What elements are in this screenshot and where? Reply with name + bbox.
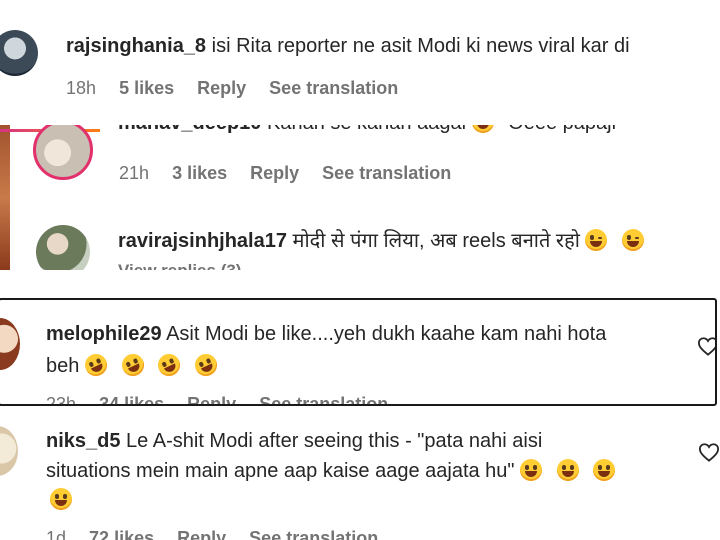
reply-button[interactable]: Reply bbox=[187, 394, 236, 404]
emoji-rofl-icon bbox=[81, 350, 111, 380]
username[interactable]: niks_d5 bbox=[46, 430, 120, 452]
comment-time: 1d bbox=[46, 528, 67, 540]
likes-count[interactable]: 34 likes bbox=[99, 394, 164, 404]
comment-text-after: Oeee papaji bbox=[508, 125, 616, 134]
see-translation-link[interactable]: See translation bbox=[259, 394, 388, 404]
panel-cover-bottom bbox=[0, 270, 720, 295]
likes-count[interactable]: 5 likes bbox=[119, 78, 174, 98]
emoji-wink-icon bbox=[622, 229, 645, 251]
emoji-joy-icon bbox=[593, 459, 616, 481]
emoji-joy-icon bbox=[471, 125, 494, 133]
heart-outline-icon[interactable] bbox=[697, 336, 717, 356]
username[interactable]: ravirajsinhjhala17 bbox=[118, 230, 287, 252]
comment-text: Asit Modi be like....yeh dukh kaahe kam … bbox=[166, 323, 607, 345]
emoji-joy-icon bbox=[520, 459, 543, 481]
comment-panel-2: manav_deep10 Kahan se kahan aagai Oeee p… bbox=[0, 125, 720, 295]
username[interactable]: rajsinghania_8 bbox=[66, 35, 206, 57]
heart-outline-icon[interactable] bbox=[698, 442, 720, 462]
comment-text-line: niks_d5 Le A-shit Modi after seeing this… bbox=[46, 429, 542, 453]
comment-panel-1: rajsinghania_8 isi Rita reporter ne asit… bbox=[0, 0, 720, 125]
emoji-joy-icon bbox=[556, 459, 579, 481]
comment-text-line: melophile29 Asit Modi be like....yeh duk… bbox=[46, 322, 606, 346]
comment-time: 21h bbox=[119, 163, 150, 183]
comment-text: Le A-shit Modi after seeing this - "pata… bbox=[126, 430, 543, 452]
comment-meta: 23h 34 likes Reply See translation bbox=[46, 394, 406, 406]
avatar[interactable] bbox=[0, 426, 18, 476]
username[interactable]: melophile29 bbox=[46, 323, 162, 345]
likes-count[interactable]: 3 likes bbox=[172, 163, 227, 183]
comment-meta: 18h 5 likes Reply See translation bbox=[66, 78, 416, 99]
emoji-wink-icon bbox=[585, 229, 608, 251]
emoji-joy-icon bbox=[50, 488, 72, 510]
emoji-rofl-icon bbox=[154, 350, 184, 380]
username[interactable]: manav_deep10 bbox=[118, 125, 261, 134]
comment-meta: 21h 3 likes Reply See translation bbox=[119, 163, 469, 184]
comment-time: 23h bbox=[46, 394, 77, 406]
see-translation-link[interactable]: See translation bbox=[322, 163, 451, 183]
comment-panel-3: melophile29 Asit Modi be like....yeh duk… bbox=[0, 298, 717, 406]
avatar[interactable] bbox=[0, 30, 38, 76]
reply-button[interactable]: Reply bbox=[197, 78, 246, 98]
comment-meta: 1d 72 likes Reply See translation bbox=[46, 528, 396, 540]
avatar[interactable] bbox=[0, 318, 20, 370]
comment-text: Kahan se kahan aagai bbox=[267, 125, 466, 134]
comment-text: मोदी से पंगा लिया, अब reels बनाते रहो bbox=[292, 230, 580, 252]
avatar[interactable] bbox=[33, 125, 93, 180]
comment-text: beh bbox=[46, 355, 80, 377]
comment-text: situations mein main apne aap kaise aage… bbox=[46, 460, 515, 482]
reply-button[interactable]: Reply bbox=[177, 528, 226, 540]
likes-count[interactable]: 72 likes bbox=[89, 528, 154, 540]
comment-panel-4: niks_d5 Le A-shit Modi after seeing this… bbox=[0, 408, 720, 540]
comment-time: 18h bbox=[66, 78, 97, 98]
comment-text-line: rajsinghania_8 isi Rita reporter ne asit… bbox=[66, 34, 630, 58]
comment-text-line-cropped: manav_deep10 Kahan se kahan aagai Oeee p… bbox=[118, 125, 616, 135]
comment-text-line: ravirajsinhjhala17 मोदी से पंगा लिया, अब… bbox=[118, 229, 653, 253]
comment-text-line-2: situations mein main apne aap kaise aage… bbox=[46, 459, 624, 483]
comment-text-line-3 bbox=[50, 488, 81, 512]
comment-text-line-2: beh bbox=[46, 350, 226, 380]
comment-text: isi Rita reporter ne asit Modi ki news v… bbox=[211, 35, 630, 57]
emoji-rofl-icon bbox=[117, 350, 148, 380]
emoji-rofl-icon bbox=[191, 350, 221, 380]
left-image-strip bbox=[0, 125, 10, 270]
see-translation-link[interactable]: See translation bbox=[269, 78, 398, 98]
see-translation-link[interactable]: See translation bbox=[249, 528, 378, 540]
reply-button[interactable]: Reply bbox=[250, 163, 299, 183]
